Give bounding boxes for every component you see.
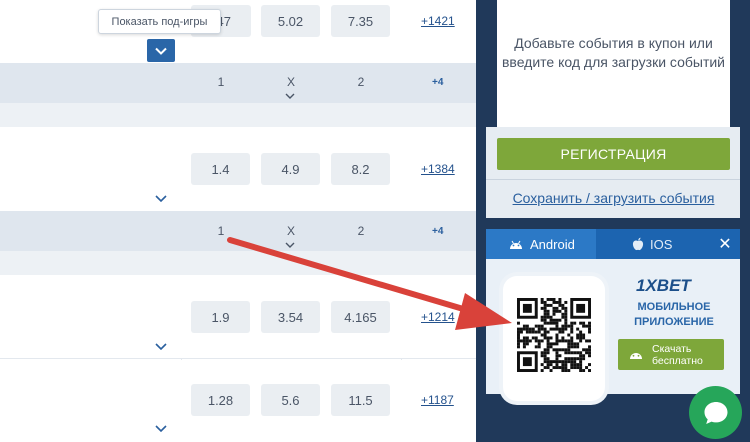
- annotation-arrow: [227, 237, 512, 330]
